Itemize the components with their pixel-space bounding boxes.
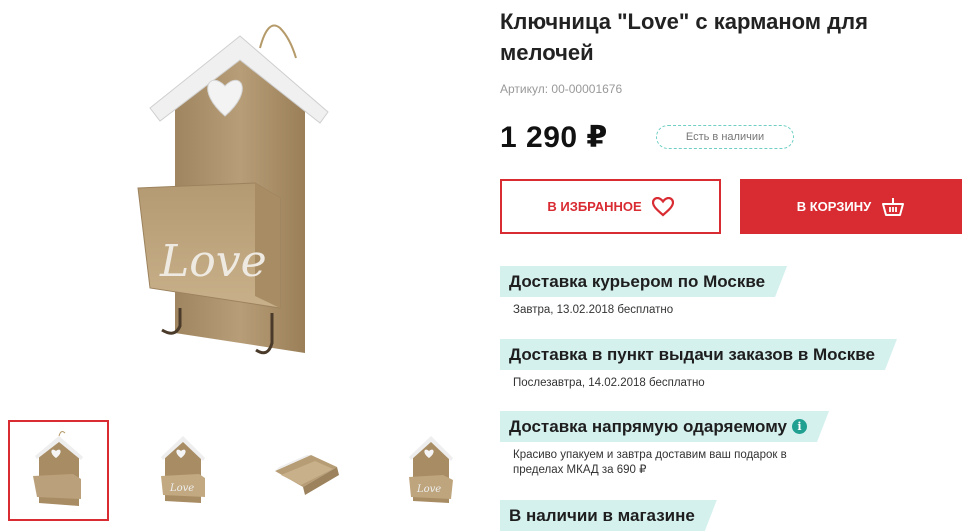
favorites-label: В ИЗБРАННОЕ [547,199,642,214]
heart-icon [651,196,674,216]
keyholder-thumb-icon [274,454,339,495]
keyholder-image: Love [137,24,329,355]
keyholder-thumb-icon: Love [160,435,205,503]
delivery-direct-title-wrap: Доставка напрямую одаряемому i [500,411,829,442]
thumb-2[interactable]: Love [132,420,233,521]
thumb-4[interactable]: Love [380,420,481,521]
main-product-image[interactable]: Love [50,8,430,384]
thumbnail-strip: Love Love [8,420,481,521]
product-sku: Артикул: 00-00001676 [500,82,623,96]
thumb-3[interactable] [256,420,357,521]
love-text: Love [159,236,267,287]
delivery-pickup: Доставка в пункт выдачи заказов в Москве… [500,339,897,391]
delivery-courier: Доставка курьером по Москве Завтра, 13.0… [500,266,787,318]
keyholder-thumb-icon [32,430,83,506]
product-title: Ключница "Love" с карманом для мелочей [500,9,868,65]
svg-text:Love: Love [169,483,194,494]
svg-text:Love: Love [416,484,441,495]
delivery-direct-desc: Красиво упакуем и завтра доставим ваш по… [513,449,787,476]
add-to-cart-button[interactable]: В КОРЗИНУ [740,179,962,234]
delivery-store-title: В наличии в магазине [500,500,717,531]
cart-label: В КОРЗИНУ [796,199,872,214]
delivery-direct-title: Доставка напрямую одаряемому [509,417,788,436]
delivery-courier-title: Доставка курьером по Москве [500,266,787,297]
product-price: 1 290 ₽ [500,121,608,154]
delivery-pickup-title: Доставка в пункт выдачи заказов в Москве [500,339,897,370]
delivery-direct: Доставка напрямую одаряемому i Красиво уп… [500,411,829,478]
delivery-courier-desc: Завтра, 13.02.2018 бесплатно [513,304,674,316]
delivery-pickup-desc: Послезавтра, 14.02.2018 бесплатно [513,377,705,389]
info-icon[interactable]: i [792,419,807,434]
keyholder-thumb-icon: Love [408,435,453,503]
stock-badge: Есть в наличии [656,125,794,149]
thumb-1[interactable] [8,420,109,521]
add-to-favorites-button[interactable]: В ИЗБРАННОЕ [500,179,721,234]
basket-icon [882,197,905,216]
delivery-store: В наличии в магазине [500,500,717,531]
